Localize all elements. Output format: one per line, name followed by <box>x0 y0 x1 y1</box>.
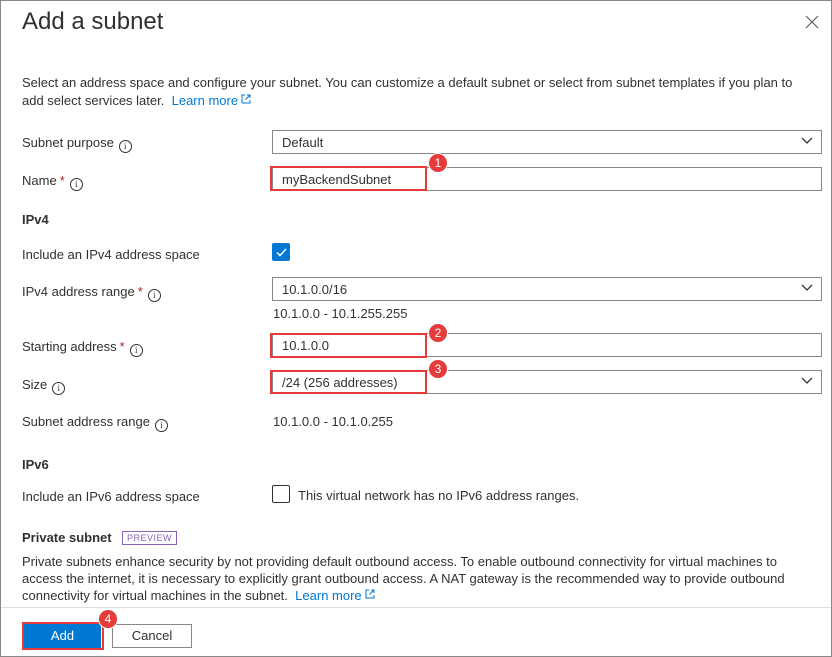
panel-title: Add a subnet <box>22 8 164 35</box>
subnet-range-label: Subnet address range i <box>22 414 168 432</box>
info-icon[interactable]: i <box>118 140 132 153</box>
include-ipv4-label: Include an IPv4 address space <box>22 247 200 262</box>
checkmark-icon <box>276 248 287 257</box>
subnet-purpose-select[interactable]: Default <box>272 130 822 154</box>
intro-description: Select an address space and configure yo… <box>22 75 793 108</box>
intro-text: Select an address space and configure yo… <box>22 74 812 110</box>
starting-address-value: 10.1.0.0 <box>282 338 329 353</box>
info-icon[interactable]: i <box>69 178 83 191</box>
info-icon[interactable]: i <box>52 382 66 395</box>
private-subnet-description: Private subnets enhance security by not … <box>22 553 812 604</box>
name-input[interactable]: myBackendSubnet <box>272 167 822 191</box>
step-marker-3: 3 <box>428 359 448 379</box>
learn-more-link[interactable]: Learn more <box>168 93 251 108</box>
name-value: myBackendSubnet <box>282 172 392 187</box>
include-ipv6-label: Include an IPv6 address space <box>22 489 200 504</box>
starting-address-label: Starting address * i <box>22 339 143 357</box>
subnet-purpose-label: Subnet purpose i <box>22 135 132 153</box>
starting-address-input[interactable]: 10.1.0.0 <box>272 333 822 357</box>
chevron-down-icon <box>801 284 813 291</box>
chevron-down-icon <box>801 137 813 144</box>
add-button[interactable]: Add <box>24 624 101 648</box>
ipv4-range-select[interactable]: 10.1.0.0/16 <box>272 277 822 301</box>
size-value: /24 (256 addresses) <box>282 375 398 390</box>
info-icon[interactable]: i <box>129 344 143 357</box>
ipv6-note: This virtual network has no IPv6 address… <box>298 488 580 503</box>
include-ipv6-checkbox[interactable] <box>272 485 290 503</box>
required-mark: * <box>137 284 143 299</box>
private-subnet-title: Private subnet <box>22 530 112 545</box>
chevron-down-icon <box>801 377 813 384</box>
subnet-range-value: 10.1.0.0 - 10.1.0.255 <box>273 414 393 429</box>
ipv4-range-value: 10.1.0.0/16 <box>282 282 348 297</box>
close-icon[interactable] <box>805 15 819 29</box>
ipv4-range-text: 10.1.0.0 - 10.1.255.255 <box>273 306 408 321</box>
step-marker-2: 2 <box>428 323 448 343</box>
subnet-purpose-value: Default <box>282 135 324 150</box>
step-marker-1: 1 <box>428 153 448 173</box>
private-learn-more-link[interactable]: Learn more <box>292 588 375 603</box>
required-mark: * <box>119 339 125 354</box>
footer-divider <box>1 607 831 608</box>
private-subnet-text: Private subnets enhance security by not … <box>22 554 785 603</box>
size-label: Size i <box>22 377 66 395</box>
size-select[interactable]: /24 (256 addresses) <box>272 370 822 394</box>
ipv4-range-label: IPv4 address range * i <box>22 284 161 302</box>
step-marker-4: 4 <box>98 609 118 629</box>
ipv4-section-title: IPv4 <box>22 212 49 227</box>
ipv6-section-title: IPv6 <box>22 457 49 472</box>
include-ipv4-checkbox[interactable] <box>272 243 290 261</box>
external-link-icon <box>365 589 375 599</box>
info-icon[interactable]: i <box>154 419 168 432</box>
info-icon[interactable]: i <box>147 289 161 302</box>
preview-badge: PREVIEW <box>122 531 178 545</box>
required-mark: * <box>59 173 65 188</box>
add-subnet-panel: Add a subnet Select an address space and… <box>0 0 832 657</box>
external-link-icon <box>241 94 251 104</box>
cancel-button[interactable]: Cancel <box>112 624 192 648</box>
name-label: Name * i <box>22 173 83 191</box>
